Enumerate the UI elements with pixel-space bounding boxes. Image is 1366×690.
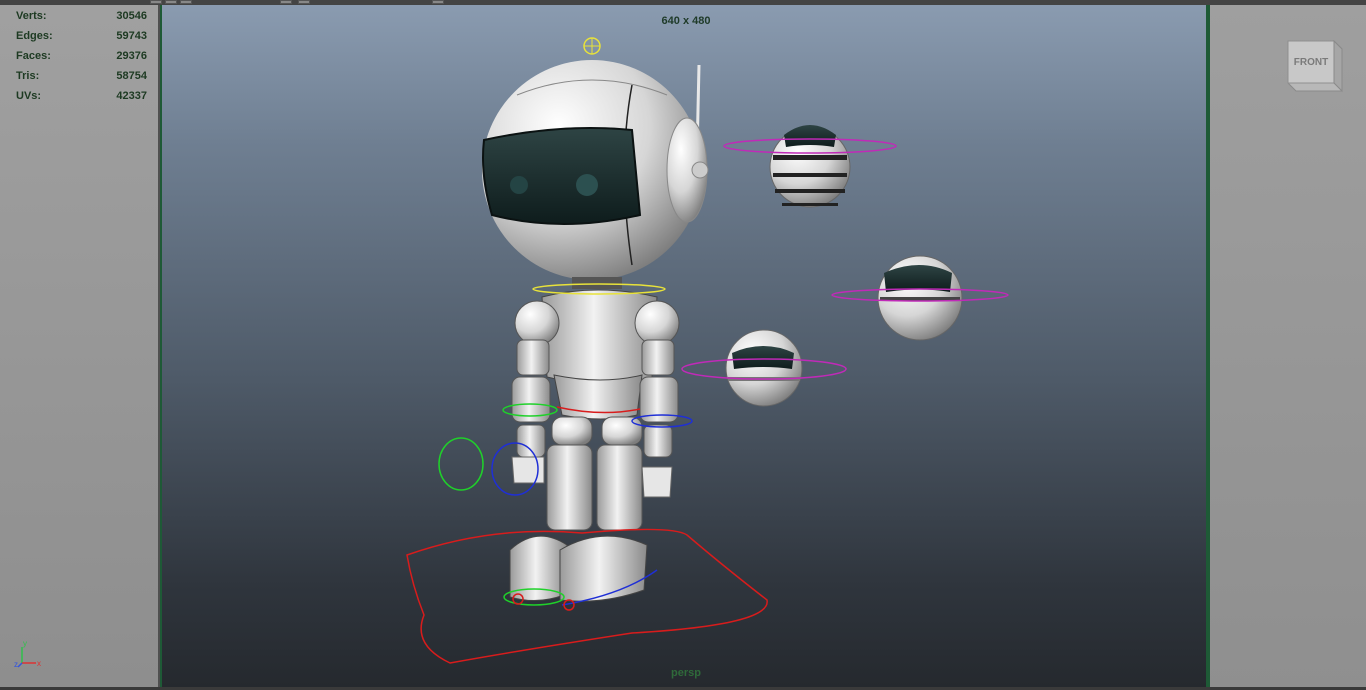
robot-visor	[482, 126, 642, 225]
hud-value: 30546	[116, 10, 147, 22]
hud-label: Tris:	[16, 70, 40, 82]
view-cube-front-label: FRONT	[1294, 57, 1328, 68]
scene-render[interactable]	[162, 5, 1208, 687]
robot-character[interactable]	[482, 60, 709, 602]
drone-2[interactable]	[831, 255, 1009, 341]
view-cube[interactable]: FRONT	[1280, 35, 1350, 95]
toolbar-button[interactable]	[165, 0, 177, 4]
drone-3[interactable]	[681, 329, 847, 407]
hud-label: Faces:	[16, 50, 51, 62]
hud-label: UVs:	[16, 90, 42, 102]
left-panel: Verts: 30546 0 0 Edges: 59743 0 0 Faces:…	[0, 5, 279, 690]
hud-value: 58754	[116, 70, 147, 82]
hud-value: 59743	[116, 30, 147, 42]
hud-value: 29376	[116, 50, 147, 62]
toolbar-button[interactable]	[150, 0, 162, 4]
toolbar-button[interactable]	[432, 0, 444, 4]
axis-y-label: y	[23, 639, 27, 648]
hud-value: 42337	[116, 90, 147, 102]
axis-z-label: z	[14, 660, 18, 669]
toolbar-button[interactable]	[298, 0, 310, 4]
right-panel: FRONT	[1208, 5, 1366, 690]
axis-gizmo: y z x	[14, 639, 41, 669]
left-ik-control-curve[interactable]	[438, 437, 484, 491]
axis-x-label: x	[37, 659, 41, 668]
hud-label: Edges:	[16, 30, 53, 42]
perspective-viewport[interactable]: 640 x 480 persp	[160, 5, 1208, 687]
toolbar-button[interactable]	[180, 0, 192, 4]
toolbar-button[interactable]	[280, 0, 292, 4]
drone-1[interactable]	[723, 125, 897, 208]
hud-label: Verts:	[16, 10, 47, 22]
camera-name-label: persp	[671, 667, 701, 679]
